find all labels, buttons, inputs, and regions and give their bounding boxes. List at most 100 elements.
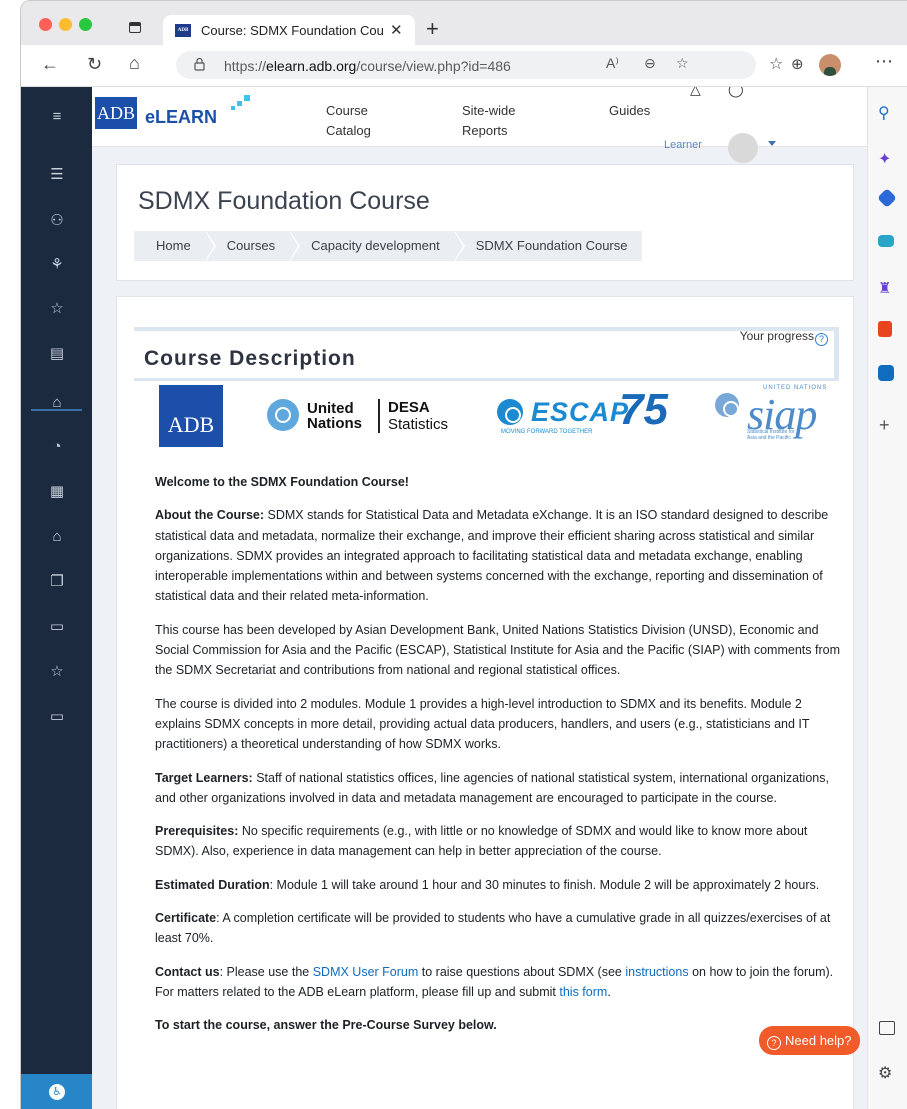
adb-partner-logo: ADB	[159, 385, 223, 447]
accessibility-bar: ♿	[21, 1074, 92, 1109]
badges-icon[interactable]: ⚘	[47, 255, 67, 275]
instructions-link[interactable]: instructions	[625, 965, 688, 979]
games-icon[interactable]: ♜	[878, 279, 896, 297]
folder-icon[interactable]: ▭	[47, 707, 67, 727]
profile-avatar[interactable]	[819, 54, 841, 76]
star-icon[interactable]: ☆	[47, 299, 67, 319]
breadcrumb-courses[interactable]: Courses	[205, 231, 301, 261]
menu-site-wide-reports[interactable]: Site-wide Reports	[462, 101, 515, 141]
messages-icon[interactable]: ◯	[728, 87, 744, 99]
tab-actions-icon[interactable]	[129, 22, 141, 33]
toolbox-icon[interactable]	[878, 235, 894, 247]
search-icon[interactable]: ⚲	[878, 103, 896, 122]
breadcrumb-current-course[interactable]: SDMX Foundation Course	[454, 231, 642, 261]
un-emblem-icon	[497, 399, 523, 425]
desa-logo-text: DESA Statistics	[388, 399, 449, 433]
home-icon[interactable]: ⌂	[129, 53, 140, 74]
elearn-logo-text[interactable]: eLEARN	[145, 107, 217, 128]
edge-sidebar: ⚲ ✦ ♜ + ⚙	[867, 87, 907, 1109]
this-form-link[interactable]: this form	[559, 985, 607, 999]
browser-essentials-icon[interactable]: ⊕	[791, 55, 804, 73]
shopping-tag-icon[interactable]	[877, 188, 897, 208]
prerequisites-paragraph: Prerequisites: No specific requirements …	[155, 824, 808, 859]
left-drawer: ≡ ☰ ⚇ ⚘ ☆ ▤ ⌂ ◔ ▦ ⌂ ❐ ▭ ☆ ▭ ♿	[21, 87, 92, 1109]
notification-bell-icon[interactable]: △	[690, 87, 701, 99]
hamburger-menu-icon[interactable]: ≡	[47, 107, 67, 127]
escap-75-mark: 75	[619, 385, 668, 434]
course-index-icon[interactable]: ☰	[47, 165, 67, 185]
browser-window: ADB Course: SDMX Foundation Cou ✕ + ← ↻ …	[20, 0, 907, 1109]
help-circle-icon: ?	[767, 1036, 781, 1050]
adb-logo[interactable]: ADB	[95, 97, 137, 129]
home-icon[interactable]: ⌂	[47, 393, 67, 413]
back-arrow-icon[interactable]: ←	[41, 54, 59, 75]
course-description-header: Course Description Your progress?	[134, 327, 839, 381]
tab-active[interactable]: ADB Course: SDMX Foundation Cou ✕	[163, 15, 415, 45]
calendar-icon[interactable]: ▦	[47, 482, 67, 502]
certificate-paragraph: Certificate: A completion certificate wi…	[155, 911, 831, 946]
target-paragraph: Target Learners: Staff of national stati…	[155, 770, 829, 805]
siap-logo: UNITED NATIONS siap Statistical Institut…	[707, 385, 847, 445]
un-logo-text: United Nations	[307, 400, 363, 432]
breadcrumb-home[interactable]: Home	[134, 231, 216, 261]
more-menu-icon[interactable]: ⋯	[875, 51, 893, 72]
new-tab-icon[interactable]: +	[426, 16, 439, 42]
minimize-window-button[interactable]	[59, 18, 72, 31]
close-tab-icon[interactable]: ✕	[390, 21, 403, 39]
sdmx-user-forum-link[interactable]: SDMX User Forum	[313, 965, 419, 979]
siap-subtitle: Statistical Institute for Asia and the Pa…	[747, 429, 795, 441]
help-circle-icon[interactable]: ?	[815, 333, 828, 346]
dashboard-gauge-icon[interactable]: ◔	[47, 437, 67, 457]
contact-paragraph: Contact us: Please use the SDMX User For…	[155, 964, 834, 999]
about-paragraph: About the Course: SDMX stands for Statis…	[155, 508, 829, 604]
adb-favicon-icon: ADB	[175, 24, 191, 37]
accessibility-icon[interactable]: ♿	[49, 1084, 65, 1100]
tab-bar: ADB Course: SDMX Foundation Cou ✕ +	[21, 1, 907, 45]
breadcrumb-capacity-development[interactable]: Capacity development	[289, 231, 465, 261]
user-role-label: Learner	[664, 139, 702, 151]
duration-paragraph: Estimated Duration: Module 1 will take a…	[155, 877, 820, 892]
escap-tagline: MOVING FORWARD TOGETHER	[501, 429, 593, 435]
graduation-cap-icon[interactable]: ⌂	[47, 527, 67, 547]
un-emblem-icon	[715, 393, 739, 417]
logo-divider	[378, 399, 380, 433]
escap75-logo: ESCAP 75 MOVING FORWARD TOGETHER	[491, 385, 671, 443]
copilot-sparkle-icon[interactable]: ✦	[878, 149, 896, 168]
escap-logo-text: ESCAP	[531, 397, 630, 427]
logo-decoration	[237, 101, 242, 106]
add-tool-icon[interactable]: +	[879, 415, 897, 435]
welcome-line: Welcome to the SDMX Foundation Course!	[155, 475, 409, 489]
favorites-icon[interactable]: ☆	[769, 54, 783, 74]
tab-title: Course: SDMX Foundation Cou	[201, 23, 383, 38]
address-bar[interactable]: https://elearn.adb.org/course/view.php?i…	[176, 51, 756, 79]
course-summary: Welcome to the SDMX Foundation Course! A…	[155, 472, 845, 1049]
folder-icon[interactable]: ▭	[47, 617, 67, 637]
files-icon[interactable]: ❐	[47, 572, 67, 592]
need-help-button[interactable]: ? Need help?	[759, 1026, 860, 1055]
close-window-button[interactable]	[39, 18, 52, 31]
outlook-icon[interactable]	[878, 365, 894, 381]
star-icon[interactable]: ☆	[47, 662, 67, 682]
lock-icon	[194, 57, 205, 71]
logo-decoration	[231, 106, 235, 110]
page-title: SDMX Foundation Course	[138, 187, 430, 215]
menu-course-catalog[interactable]: Course Catalog	[326, 101, 371, 141]
maximize-window-button[interactable]	[79, 18, 92, 31]
user-menu-caret-icon[interactable]	[768, 141, 776, 146]
page-content: ADB eLEARN Course Catalog Site-wide Report…	[92, 87, 867, 1109]
settings-gear-icon[interactable]: ⚙	[878, 1063, 896, 1082]
url-text: https://elearn.adb.org/course/view.php?i…	[224, 58, 511, 74]
modules-paragraph: The course is divided into 2 modules. Mo…	[155, 696, 810, 752]
hide-sidebar-icon[interactable]	[879, 1021, 895, 1035]
office-icon[interactable]	[878, 321, 892, 337]
refresh-icon[interactable]: ↻	[87, 54, 102, 75]
user-avatar[interactable]	[728, 133, 758, 163]
read-aloud-icon[interactable]: A⁾	[606, 55, 619, 72]
progress-label: Your progress?	[740, 329, 828, 346]
add-favorite-icon[interactable]: ☆	[676, 55, 689, 72]
section-heading: Course Description	[144, 347, 356, 370]
grades-book-icon[interactable]: ▤	[47, 344, 67, 364]
zoom-icon[interactable]: ⊖	[644, 55, 656, 72]
participants-icon[interactable]: ⚇	[47, 211, 67, 231]
menu-guides[interactable]: Guides	[609, 101, 650, 121]
